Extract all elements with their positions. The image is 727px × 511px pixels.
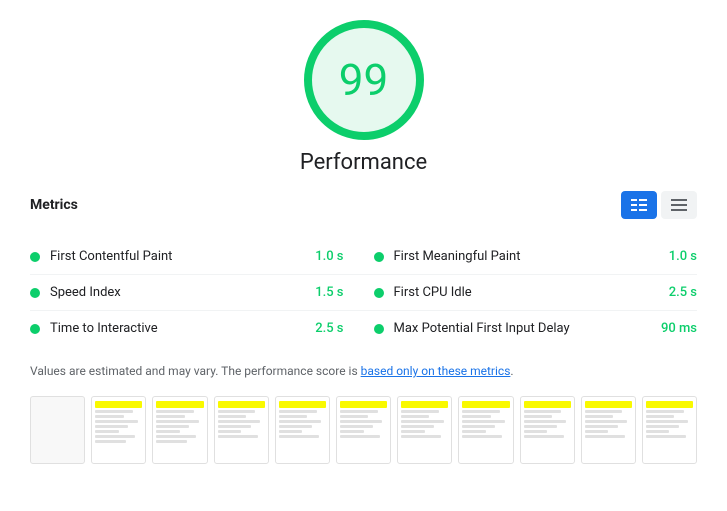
metric-dot: [30, 324, 40, 334]
filmstrip-frame-10[interactable]: [581, 396, 636, 464]
grid-view-button[interactable]: [621, 191, 657, 219]
metric-value: 90 ms: [647, 321, 697, 336]
metric-dot: [374, 252, 384, 262]
metric-first-meaningful-paint: First Meaningful Paint 1.0 s: [364, 239, 698, 275]
filmstrip-frame-2[interactable]: [91, 396, 146, 464]
filmstrip-frame-6[interactable]: [336, 396, 391, 464]
metric-value: 2.5 s: [294, 321, 344, 336]
metric-dot: [374, 288, 384, 298]
filmstrip-frame-11[interactable]: [642, 396, 697, 464]
metric-name: Speed Index: [50, 285, 286, 300]
metric-name: Time to Interactive: [50, 321, 286, 336]
filmstrip-frame-9[interactable]: [520, 396, 575, 464]
metric-name: Max Potential First Input Delay: [394, 321, 640, 336]
metric-name: First Contentful Paint: [50, 249, 286, 264]
metric-value: 1.5 s: [294, 285, 344, 300]
score-circle: 99: [304, 20, 424, 140]
metric-value: 2.5 s: [647, 285, 697, 300]
filmstrip-frame-1[interactable]: [30, 396, 85, 464]
metrics-title: Metrics: [30, 197, 78, 213]
metric-speed-index: Speed Index 1.5 s: [30, 275, 364, 311]
metrics-grid: First Contentful Paint 1.0 s First Meani…: [30, 239, 697, 346]
grid-icon: [631, 199, 647, 211]
metrics-header: Metrics: [30, 191, 697, 227]
metric-value: 1.0 s: [294, 249, 344, 264]
score-section: 99 Performance: [30, 20, 697, 175]
metric-first-contentful-paint: First Contentful Paint 1.0 s: [30, 239, 364, 275]
metrics-link[interactable]: based only on these metrics: [361, 364, 511, 378]
score-label: Performance: [300, 150, 427, 175]
filmstrip-frame-4[interactable]: [214, 396, 269, 464]
list-view-button[interactable]: [661, 191, 697, 219]
metric-name: First CPU Idle: [394, 285, 640, 300]
metrics-note: Values are estimated and may vary. The p…: [30, 362, 697, 380]
filmstrip-frame-3[interactable]: [152, 396, 207, 464]
filmstrip-frame-8[interactable]: [458, 396, 513, 464]
metric-dot: [30, 252, 40, 262]
metric-value: 1.0 s: [647, 249, 697, 264]
metric-first-cpu-idle: First CPU Idle 2.5 s: [364, 275, 698, 311]
metric-time-to-interactive: Time to Interactive 2.5 s: [30, 311, 364, 346]
filmstrip-frame-7[interactable]: [397, 396, 452, 464]
note-text-before: Values are estimated and may vary. The p…: [30, 364, 361, 378]
view-toggle: [621, 191, 697, 219]
filmstrip-frame-5[interactable]: [275, 396, 330, 464]
metric-dot: [374, 324, 384, 334]
score-value: 99: [339, 54, 388, 106]
metric-name: First Meaningful Paint: [394, 249, 640, 264]
metric-max-potential-fid: Max Potential First Input Delay 90 ms: [364, 311, 698, 346]
list-icon: [671, 199, 687, 211]
metric-dot: [30, 288, 40, 298]
filmstrip: [30, 396, 697, 464]
note-text-after: .: [510, 364, 513, 378]
